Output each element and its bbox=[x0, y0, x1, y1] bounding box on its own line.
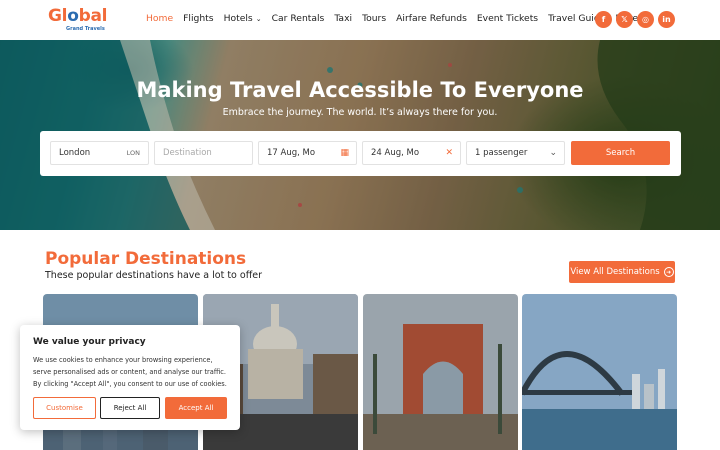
site-header: Global Grand Travels Home Flights Hotels… bbox=[0, 0, 720, 40]
cookie-consent-dialog: We value your privacy We use cookies to … bbox=[20, 325, 240, 430]
nav-label: Airfare Refunds bbox=[396, 13, 467, 24]
nav-label: Tours bbox=[362, 13, 387, 24]
section-title: Popular Destinations bbox=[45, 249, 247, 269]
logo-wordmark: Global bbox=[48, 6, 107, 26]
destination-placeholder: Destination bbox=[163, 148, 212, 158]
nav-item-airfare-refunds[interactable]: Airfare Refunds bbox=[396, 13, 467, 24]
calendar-icon[interactable]: ▦ bbox=[340, 148, 349, 158]
hero-subtitle: Embrace the journey. The world. It’s alw… bbox=[222, 107, 498, 118]
reject-all-button[interactable]: Reject All bbox=[100, 397, 160, 419]
arrow-right-icon: ➜ bbox=[663, 267, 674, 277]
search-form: London LON Destination 17 Aug, Mo ▦ 24 A… bbox=[40, 131, 681, 176]
nav-item-hotels[interactable]: Hotels ⌄ bbox=[224, 13, 262, 24]
customise-button[interactable]: Customise bbox=[33, 397, 96, 419]
nav-item-home[interactable]: Home bbox=[146, 13, 173, 24]
depart-date-value: 17 Aug, Mo bbox=[267, 148, 316, 158]
view-all-label: View All Destinations bbox=[570, 267, 660, 277]
nav-item-event-tickets[interactable]: Event Tickets bbox=[477, 13, 538, 24]
passengers-select[interactable]: 1 passenger ⌄ bbox=[466, 141, 565, 165]
nav-label: Taxi bbox=[334, 13, 353, 24]
destination-card[interactable] bbox=[363, 294, 518, 450]
nav-item-taxi[interactable]: Taxi bbox=[334, 13, 352, 24]
main-nav: Home Flights Hotels ⌄ Car Rentals Taxi To… bbox=[146, 13, 657, 24]
facebook-icon[interactable]: f bbox=[595, 11, 612, 28]
nav-item-flights[interactable]: Flights bbox=[183, 13, 213, 24]
hero-banner: Making Travel Accessible To Everyone Emb… bbox=[0, 40, 720, 230]
social-links: f 𝕏 ◎ in bbox=[595, 11, 675, 28]
hero-title: Making Travel Accessible To Everyone bbox=[136, 78, 584, 102]
x-icon[interactable]: 𝕏 bbox=[616, 11, 633, 28]
return-date-input[interactable]: 24 Aug, Mo ✕ bbox=[362, 141, 461, 165]
linkedin-icon[interactable]: in bbox=[658, 11, 675, 28]
nav-label: Event Tickets bbox=[476, 13, 539, 24]
destination-image bbox=[363, 294, 518, 450]
section-subtitle: These popular destinations have a lot to… bbox=[45, 270, 262, 281]
logo-text-start: Gl bbox=[48, 6, 68, 26]
destination-card[interactable] bbox=[522, 294, 677, 450]
nav-label: Home bbox=[146, 13, 174, 24]
depart-date-input[interactable]: 17 Aug, Mo ▦ bbox=[258, 141, 357, 165]
nav-label: Hotels bbox=[223, 13, 253, 24]
logo-tagline: Grand Travels bbox=[66, 26, 105, 32]
clear-icon[interactable]: ✕ bbox=[445, 148, 453, 158]
passengers-value: 1 passenger bbox=[475, 148, 528, 158]
nav-item-car-rentals[interactable]: Car Rentals bbox=[272, 13, 325, 24]
cookie-title: We value your privacy bbox=[33, 337, 146, 347]
nav-label: Flights bbox=[183, 13, 214, 24]
logo-text-end: bal bbox=[78, 6, 108, 26]
origin-input[interactable]: London LON bbox=[50, 141, 149, 165]
nav-item-tours[interactable]: Tours bbox=[362, 13, 386, 24]
destination-input[interactable]: Destination bbox=[154, 141, 253, 165]
view-all-destinations-button[interactable]: View All Destinations ➜ bbox=[569, 261, 675, 283]
return-date-value: 24 Aug, Mo bbox=[371, 148, 420, 158]
nav-label: Car Rentals bbox=[271, 13, 325, 24]
chevron-down-icon: ⌄ bbox=[549, 148, 557, 158]
origin-code: LON bbox=[126, 149, 140, 157]
origin-value: London bbox=[59, 148, 91, 158]
instagram-icon[interactable]: ◎ bbox=[637, 11, 654, 28]
logo-text-o: o bbox=[67, 6, 79, 26]
cookie-text: We use cookies to enhance your browsing … bbox=[33, 356, 227, 388]
destination-image bbox=[522, 294, 677, 450]
search-button[interactable]: Search bbox=[571, 141, 670, 165]
chevron-down-icon: ⌄ bbox=[255, 14, 262, 23]
logo[interactable]: Global Grand Travels bbox=[48, 6, 120, 34]
accept-all-button[interactable]: Accept All bbox=[165, 397, 227, 419]
